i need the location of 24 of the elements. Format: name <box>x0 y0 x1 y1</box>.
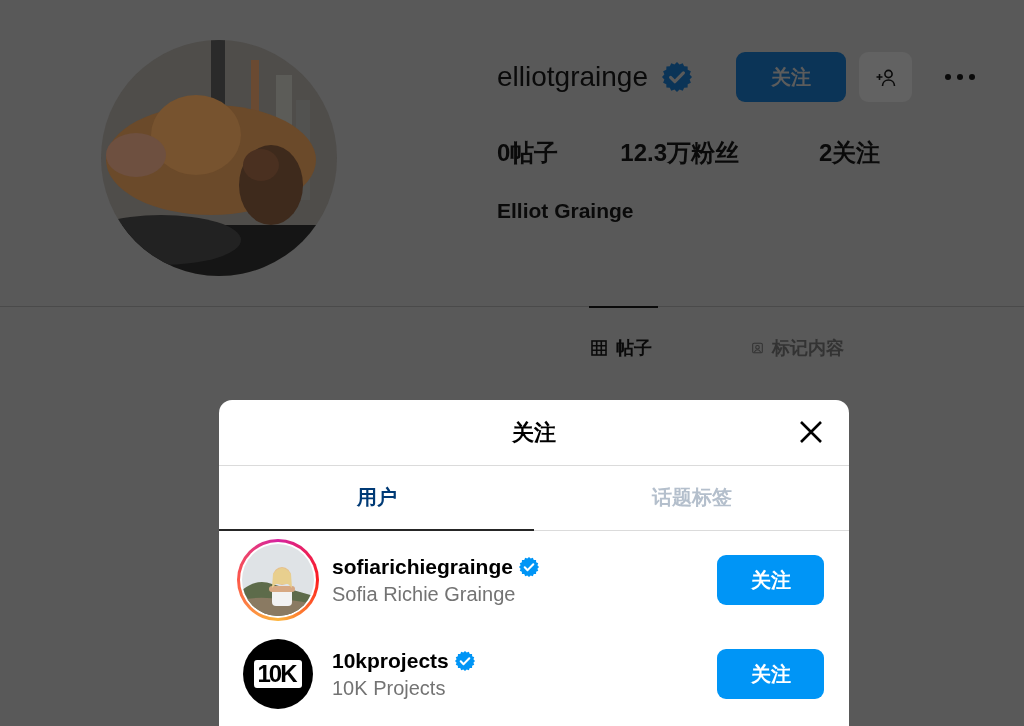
add-person-icon <box>874 67 897 87</box>
dialog-tab[interactable]: 话题标签 <box>534 466 849 531</box>
profile-username: elliotgrainge <box>497 61 648 93</box>
profile-tab[interactable]: 帖子 <box>589 306 658 360</box>
user-name[interactable]: sofiarichiegrainge <box>332 554 513 579</box>
user-full-name: Sofia Richie Grainge <box>332 582 517 606</box>
follow-button[interactable]: 关注 <box>736 52 846 102</box>
dialog-tab[interactable]: 用户 <box>219 466 534 531</box>
profile-full-name: Elliot Grainge <box>497 199 635 223</box>
user-name[interactable]: 10kprojects <box>332 648 449 673</box>
close-icon <box>799 420 823 444</box>
person-frame-icon <box>752 340 763 356</box>
more-icon <box>945 74 975 80</box>
follow-button[interactable]: 关注 <box>717 555 824 605</box>
follow-button[interactable]: 关注 <box>717 649 824 699</box>
profile-stat[interactable]: 12.3万粉丝 <box>620 137 740 169</box>
user-full-name: 10K Projects <box>332 676 447 700</box>
suggest-people-button[interactable] <box>859 52 912 102</box>
brand-logo: 10K <box>243 639 313 709</box>
dialog-title: 关注 <box>512 418 556 447</box>
close-button[interactable] <box>799 420 823 444</box>
profile-stat[interactable]: 0帖子 <box>497 137 559 169</box>
profile-stat[interactable]: 2关注 <box>819 137 881 169</box>
grid-icon <box>591 340 607 356</box>
